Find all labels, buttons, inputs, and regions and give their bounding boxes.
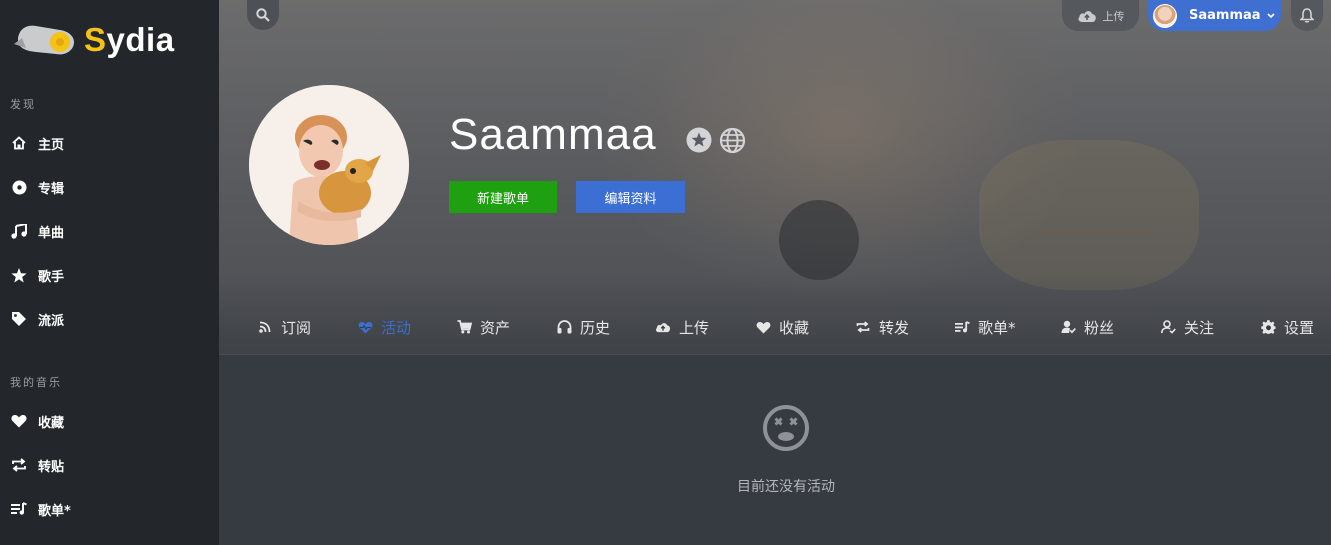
home-icon [11, 135, 27, 151]
tag-icon [11, 311, 27, 327]
profile-tabs: 订阅 活动 资产 历史 上传 收藏 转发 歌单* 粉丝 关注 设置 [219, 300, 1331, 354]
sidebar-item-home[interactable]: 主页 [0, 123, 219, 163]
new-playlist-button[interactable]: 新建歌单 [449, 181, 557, 213]
notifications-button[interactable] [1291, 0, 1323, 31]
tab-subscriptions[interactable]: 订阅 [257, 314, 311, 340]
user-check-icon [1060, 319, 1076, 335]
logo-text: Sydia [84, 21, 175, 58]
globe-icon[interactable] [719, 127, 746, 154]
user-follow-icon [1160, 319, 1176, 335]
sidebar-item-reposts[interactable]: 转贴 [0, 445, 219, 485]
tab-favorites[interactable]: 收藏 [755, 314, 809, 340]
tabs-divider [219, 354, 1331, 355]
chevron-down-icon [1266, 11, 1277, 21]
tab-assets[interactable]: 资产 [456, 314, 510, 340]
tab-playlists[interactable]: 歌单* [954, 314, 1016, 340]
tab-followers[interactable]: 粉丝 [1060, 314, 1114, 340]
profile-photo [249, 85, 409, 245]
heart-pulse-icon [357, 319, 373, 335]
dizzy-face-icon [762, 404, 810, 452]
repost-icon [11, 457, 27, 473]
avatar [1153, 3, 1177, 28]
star-icon [11, 267, 27, 283]
search-icon [256, 8, 270, 22]
edit-profile-button[interactable]: 编辑资料 [576, 181, 685, 213]
profile-name: Saammaa [449, 110, 657, 159]
section-title-discover: 发现 [10, 98, 36, 111]
sidebar-item-singles[interactable]: 单曲 [0, 211, 219, 251]
disc-icon [11, 179, 27, 195]
verified-star-icon [686, 127, 712, 153]
sidebar-item-playlists[interactable]: 歌单* [0, 489, 219, 529]
music-note-icon [11, 223, 27, 239]
tab-following[interactable]: 关注 [1160, 314, 1214, 340]
gear-icon [1260, 319, 1276, 335]
whistle-logo-icon [14, 25, 74, 55]
tab-activity[interactable]: 活动 [357, 314, 411, 340]
tab-uploads[interactable]: 上传 [655, 314, 709, 340]
user-menu-button[interactable]: Saammaa [1148, 0, 1281, 31]
username: Saammaa [1189, 8, 1261, 23]
sidebar: Sydia 发现 主页 专辑 单曲 歌手 流派 我的音乐 收藏 转贴 歌单* [0, 0, 219, 545]
playlist-icon [954, 319, 970, 335]
cloud-upload-icon [1077, 10, 1096, 22]
sidebar-item-artists[interactable]: 歌手 [0, 255, 219, 295]
heart-icon [755, 319, 771, 335]
repost-icon [855, 319, 871, 335]
headphones-icon [556, 319, 572, 335]
sidebar-item-favorites[interactable]: 收藏 [0, 401, 219, 441]
sidebar-item-genres[interactable]: 流派 [0, 299, 219, 339]
tab-history[interactable]: 历史 [556, 314, 610, 340]
playlist-icon [11, 501, 27, 517]
heart-icon [11, 413, 27, 429]
upload-button[interactable]: 上传 [1062, 0, 1139, 31]
section-title-my-music: 我的音乐 [10, 376, 62, 389]
bell-icon [1300, 8, 1314, 23]
empty-state-message: 目前还没有活动 [737, 479, 835, 495]
sidebar-item-albums[interactable]: 专辑 [0, 167, 219, 207]
cloud-upload-icon [655, 319, 671, 335]
upload-label: 上传 [1102, 9, 1125, 23]
logo[interactable]: Sydia [12, 18, 175, 62]
tab-reposts[interactable]: 转发 [855, 314, 909, 340]
cart-icon [456, 319, 472, 335]
profile-avatar[interactable] [249, 85, 409, 245]
rss-icon [257, 319, 273, 335]
tab-settings[interactable]: 设置 [1260, 314, 1314, 340]
